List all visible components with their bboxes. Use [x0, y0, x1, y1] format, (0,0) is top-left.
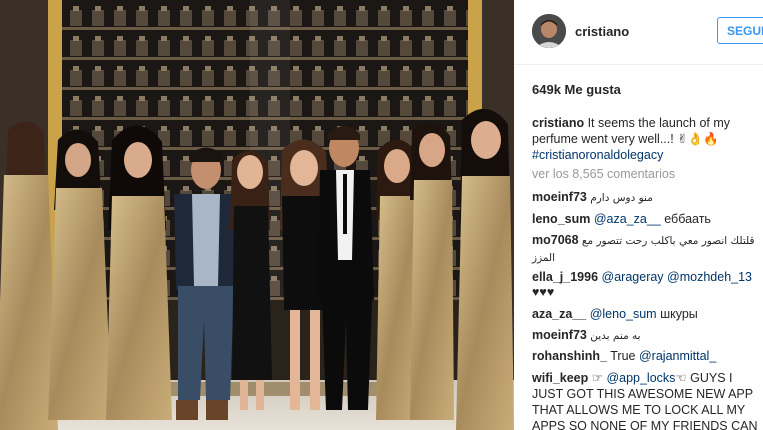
- post-sidebar: cristiano SEGUI 649k Me gusta cristiano …: [514, 0, 763, 430]
- comment-mention[interactable]: @arageray: [602, 270, 664, 284]
- caption-username[interactable]: cristiano: [532, 116, 584, 130]
- likes-count[interactable]: 649k Me gusta: [532, 82, 621, 97]
- comment-username[interactable]: mo7068: [532, 233, 579, 247]
- caption-hashtag[interactable]: #cristianoronaldolegacy: [532, 148, 663, 162]
- comment-username[interactable]: leno_sum: [532, 212, 590, 226]
- comment-item: wifi_keep ☞ @app_locks☜ GUYS I JUST GOT …: [532, 370, 763, 430]
- comment-username[interactable]: aza_za__: [532, 307, 586, 321]
- comment-text: منو دوس دارم: [586, 192, 653, 204]
- author-username[interactable]: cristiano: [575, 24, 629, 39]
- comment-mention[interactable]: @rajanmittal_: [639, 349, 716, 363]
- comment-username[interactable]: moeinf73: [532, 190, 587, 204]
- comment-text: ♥♥♥: [532, 285, 555, 299]
- comment-item: moeinf73 به منم بدین: [532, 327, 763, 344]
- comment-text: еббаать: [660, 212, 711, 226]
- comment-item: moeinf73 منو دوس دارم: [532, 189, 763, 206]
- comment-text: ☞: [588, 371, 607, 385]
- comment-username[interactable]: wifi_keep: [532, 371, 588, 385]
- avatar-image: [532, 14, 566, 48]
- comment-text: True: [607, 349, 639, 363]
- comment-item: rohanshinh_ True @rajanmittal_: [532, 348, 763, 364]
- comment-mention[interactable]: @aza_za__: [594, 212, 661, 226]
- comment-item: leno_sum @aza_za__ еббаать: [532, 211, 763, 227]
- comment-item: ella_j_1996 @arageray @mozhdeh_13: [532, 269, 763, 285]
- post-caption: cristiano It seems the launch of my perf…: [532, 115, 758, 163]
- comment-username[interactable]: moeinf73: [532, 328, 587, 342]
- comment-username[interactable]: ella_j_1996: [532, 270, 598, 284]
- post-photo[interactable]: [0, 0, 514, 430]
- post-header: cristiano SEGUI: [514, 0, 763, 65]
- comment-item: aza_za__ @leno_sum шкуры: [532, 306, 763, 322]
- post-photo-image: [0, 0, 514, 430]
- comment-text: шкуры: [656, 307, 698, 321]
- comment-mention[interactable]: @app_locks: [606, 371, 675, 385]
- comment-text: به منم بدین: [586, 330, 641, 342]
- comment-item: mo7068 قلتلك انصور معي باكلب رحت تتصور م…: [532, 232, 763, 266]
- view-all-comments-link[interactable]: ver los 8,565 comentarios: [532, 167, 675, 181]
- follow-button[interactable]: SEGUI: [717, 17, 763, 44]
- comment-username[interactable]: rohanshinh_: [532, 349, 607, 363]
- comment-item: ♥♥♥: [532, 284, 763, 300]
- comment-mention[interactable]: @leno_sum: [590, 307, 657, 321]
- avatar[interactable]: [532, 14, 566, 48]
- comment-mention[interactable]: @mozhdeh_13: [667, 270, 752, 284]
